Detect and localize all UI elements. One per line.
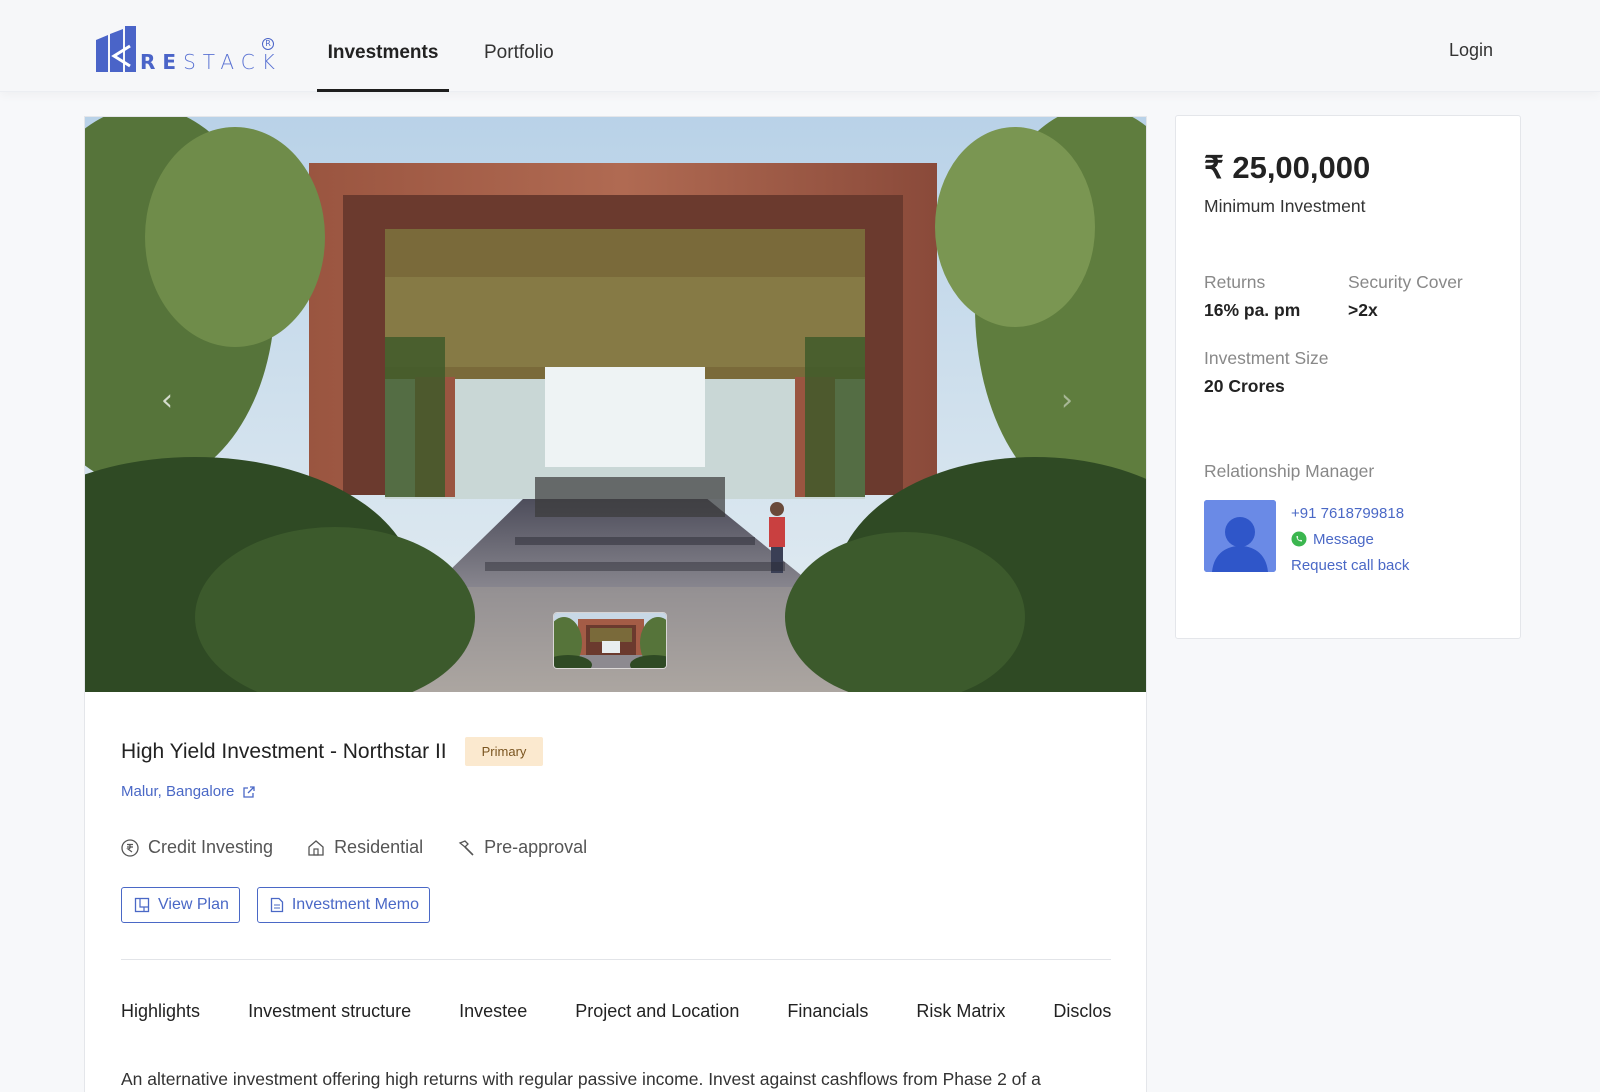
tab-risk-matrix[interactable]: Risk Matrix	[916, 1001, 1005, 1022]
thumbnail-image	[554, 613, 666, 668]
tag-pre-approval: Pre-approval	[457, 837, 587, 858]
floor-plan-icon	[134, 897, 150, 913]
relationship-manager-label: Relationship Manager	[1204, 461, 1375, 481]
security-cover-label: Security Cover	[1348, 272, 1463, 292]
restack-logo[interactable]: RESTACK	[96, 26, 282, 72]
avatar	[1204, 500, 1276, 572]
logo-wordmark: RESTACK	[140, 50, 282, 74]
login-link[interactable]: Login	[1449, 40, 1493, 61]
carousel-thumbnail[interactable]	[553, 612, 667, 669]
section-tabs: Highlights Investment structure Investee…	[121, 1001, 1111, 1031]
tag-credit-investing: Credit Investing	[121, 837, 273, 858]
rm-phone-link[interactable]: +91 7618799818	[1291, 500, 1409, 526]
project-location-link[interactable]: Malur, Bangalore	[121, 783, 256, 800]
investment-summary-card: ₹ 25,00,000 Minimum Investment Returns 1…	[1175, 115, 1521, 639]
minimum-investment-amount: ₹ 25,00,000	[1204, 150, 1371, 185]
project-title: High Yield Investment - Northstar II	[121, 739, 447, 763]
rm-message-link[interactable]: Message	[1291, 526, 1409, 552]
project-image-carousel[interactable]: ‹ ›	[85, 117, 1146, 692]
hammer-icon	[458, 839, 474, 856]
nav-tab-portfolio[interactable]: Portfolio	[484, 42, 554, 64]
nav-tab-investments[interactable]: Investments	[317, 40, 449, 92]
tag-residential: Residential	[307, 837, 423, 858]
request-call-back-link[interactable]: Request call back	[1291, 552, 1409, 578]
carousel-next-icon[interactable]: ›	[1053, 386, 1081, 416]
relationship-manager-contacts: +91 7618799818 Message Request call back	[1291, 500, 1409, 578]
restack-logo-icon	[96, 26, 136, 72]
tab-disclosures[interactable]: Disclosures	[1053, 1001, 1111, 1022]
returns-label: Returns	[1204, 272, 1266, 292]
tab-project-and-location[interactable]: Project and Location	[575, 1001, 739, 1022]
tag-label: Residential	[334, 837, 424, 857]
house-icon	[308, 839, 324, 856]
security-cover-value: >2x	[1348, 300, 1378, 320]
document-icon	[270, 897, 284, 913]
tab-financials[interactable]: Financials	[787, 1001, 868, 1022]
investment-detail-card: ‹ › High Yield Investment - Northstar II…	[84, 116, 1147, 1092]
project-tags: Credit Investing Residential Pre-approva…	[121, 837, 621, 858]
user-avatar-icon	[1204, 500, 1276, 572]
section-divider	[121, 959, 1111, 960]
document-buttons: View Plan Investment Memo	[121, 887, 447, 923]
returns-value: 16% pa. pm	[1204, 300, 1301, 320]
external-link-icon	[243, 785, 256, 798]
investment-memo-button[interactable]: Investment Memo	[256, 887, 431, 923]
carousel-prev-icon[interactable]: ‹	[153, 386, 181, 416]
whatsapp-icon	[1291, 531, 1307, 547]
tab-highlights[interactable]: Highlights	[121, 1001, 200, 1022]
investment-size-label: Investment Size	[1204, 348, 1329, 368]
tag-label: Credit Investing	[148, 837, 274, 857]
top-header: RESTACK R Investments Portfolio Login	[0, 0, 1600, 92]
project-title-row: High Yield Investment - Northstar II Pri…	[121, 737, 544, 766]
location-text: Malur, Bangalore	[121, 783, 235, 800]
tab-investment-structure[interactable]: Investment structure	[248, 1001, 411, 1022]
tag-label: Pre-approval	[484, 837, 588, 857]
rupee-circle-icon	[121, 838, 139, 857]
tab-investee[interactable]: Investee	[459, 1001, 527, 1022]
project-description: An alternative investment offering high …	[121, 1069, 1041, 1089]
view-plan-button[interactable]: View Plan	[121, 887, 240, 923]
minimum-investment-label: Minimum Investment	[1204, 196, 1366, 216]
primary-badge: Primary	[464, 737, 544, 766]
registered-mark: R	[262, 38, 274, 50]
investment-size-value: 20 Crores	[1204, 376, 1285, 396]
project-hero-image	[85, 117, 1146, 692]
